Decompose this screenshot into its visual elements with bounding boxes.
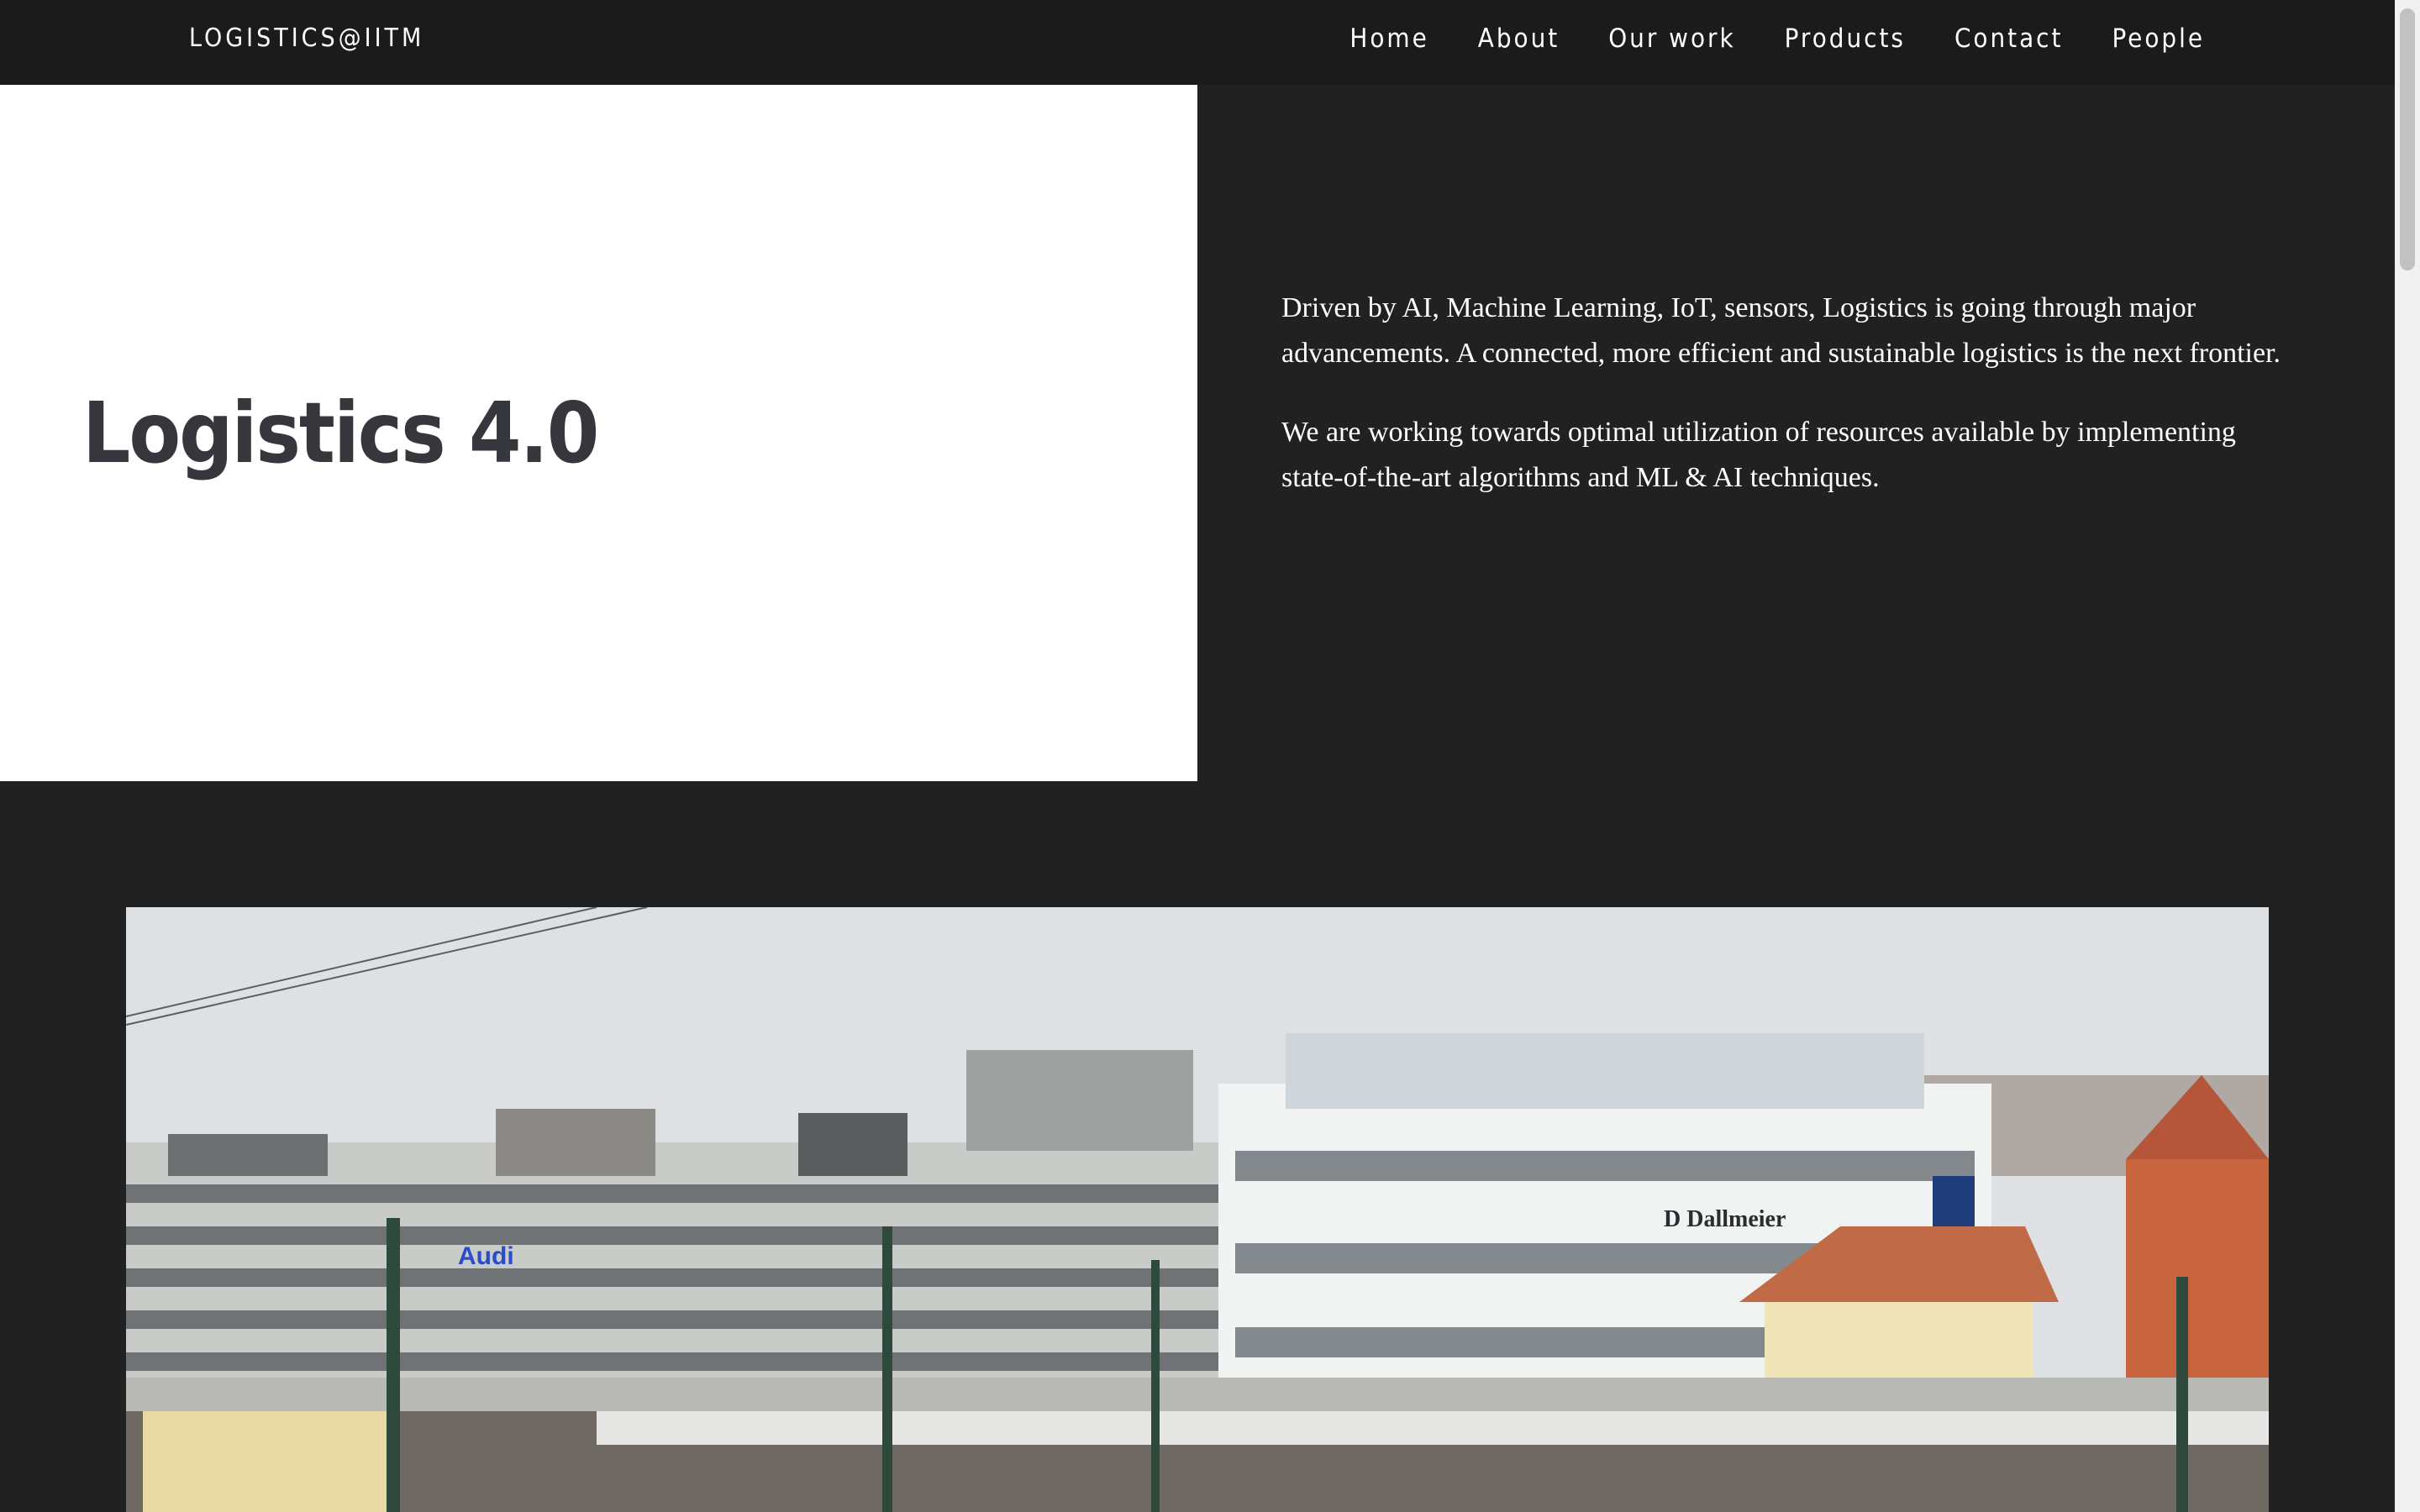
hero-paragraph-2: We are working towards optimal utilizati… xyxy=(1281,417,2236,493)
nav-link-products[interactable]: Products xyxy=(1785,24,1906,54)
main-nav: Home About Our work Products Contact Peo… xyxy=(1301,24,2205,54)
photo-sign-dallmeier: D Dallmeier xyxy=(1664,1206,1786,1232)
hero-title: Logistics 4.0 xyxy=(82,384,599,482)
hero-paragraph-1: Driven by AI, Machine Learning, IoT, sen… xyxy=(1281,292,2281,369)
page-scrollbar[interactable] xyxy=(2395,0,2420,1512)
nav-link-home[interactable]: Home xyxy=(1349,24,1428,54)
hero-description: Driven by AI, Machine Learning, IoT, sen… xyxy=(1281,286,2281,534)
photo-sign-audi: Audi xyxy=(458,1242,514,1270)
brand-logo-link[interactable]: LOGISTICS@IITM xyxy=(189,24,424,53)
nav-link-about[interactable]: About xyxy=(1478,24,1560,54)
navbar: LOGISTICS@IITM Home About Our work Produ… xyxy=(0,0,2395,85)
nav-link-our-work[interactable]: Our work xyxy=(1608,24,1735,54)
nav-link-people[interactable]: People xyxy=(2112,24,2205,54)
scrollbar-thumb[interactable] xyxy=(2400,8,2415,270)
nav-link-contact[interactable]: Contact xyxy=(1954,24,2064,54)
railway-station-photo: Audi D Dallmeier xyxy=(126,907,2269,1512)
